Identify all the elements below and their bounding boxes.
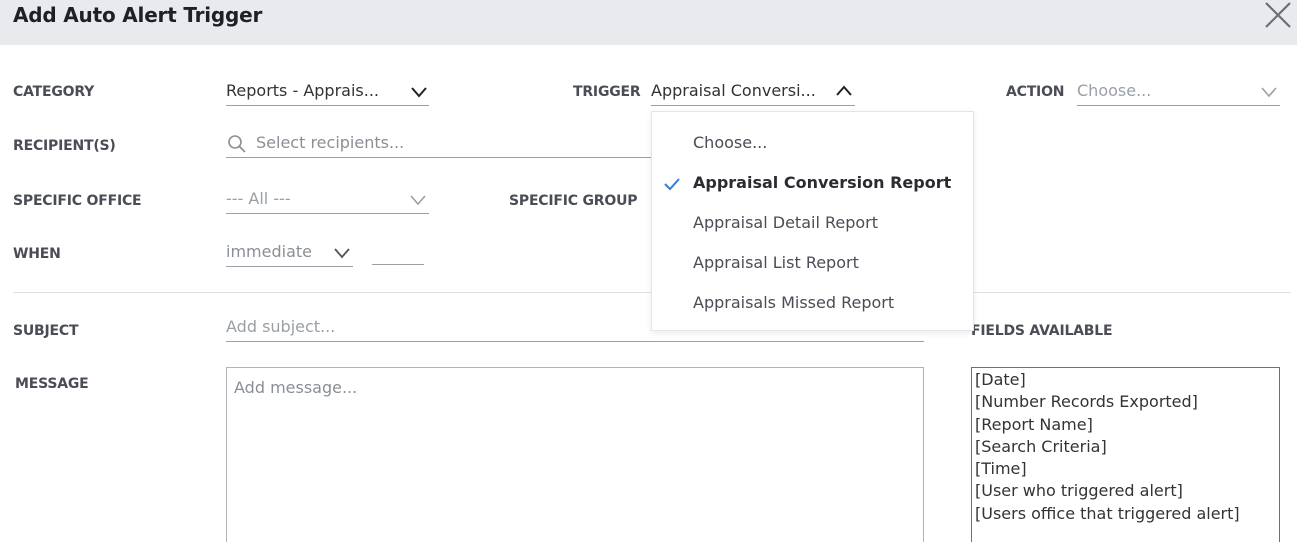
action-placeholder: Choose...	[1077, 81, 1152, 100]
field-item[interactable]: [Report Name]	[975, 414, 1276, 436]
trigger-option-appraisal-detail[interactable]: Appraisal Detail Report	[693, 213, 878, 232]
chevron-down-icon	[411, 87, 427, 98]
subject-placeholder: Add subject...	[226, 317, 336, 336]
message-textarea[interactable]: Add message...	[226, 367, 924, 542]
trigger-option-choose[interactable]: Choose...	[693, 133, 767, 152]
category-value: Reports - Apprais...	[226, 81, 379, 100]
chevron-up-icon	[836, 85, 852, 96]
message-placeholder: Add message...	[234, 378, 358, 397]
specific-office-value: --- All ---	[226, 189, 291, 208]
dialog-header: Add Auto Alert Trigger	[0, 0, 1297, 45]
recipients-placeholder: Select recipients...	[256, 133, 405, 152]
chevron-down-icon	[334, 248, 350, 259]
trigger-option-appraisals-missed[interactable]: Appraisals Missed Report	[693, 293, 894, 312]
field-item[interactable]: [Users office that triggered alert]	[975, 503, 1276, 525]
when-select[interactable]: immediate	[226, 240, 353, 267]
trigger-label: TRIGGER	[573, 84, 641, 100]
recipients-label: RECIPIENT(S)	[13, 138, 116, 154]
chevron-down-icon	[410, 195, 426, 206]
chevron-down-icon	[1261, 87, 1277, 98]
message-label: MESSAGE	[15, 376, 89, 392]
trigger-select[interactable]: Appraisal Conversi...	[651, 79, 855, 106]
search-icon	[228, 135, 246, 153]
category-select[interactable]: Reports - Apprais...	[226, 79, 429, 106]
field-item[interactable]: [Search Criteria]	[975, 436, 1276, 458]
fields-available-label: FIELDS AVAILABLE	[971, 323, 1113, 339]
field-item[interactable]: [User who triggered alert]	[975, 480, 1276, 502]
subject-label: SUBJECT	[13, 323, 79, 339]
trigger-value: Appraisal Conversi...	[651, 81, 816, 100]
when-value: immediate	[226, 242, 312, 261]
category-label: CATEGORY	[13, 84, 95, 100]
trigger-dropdown-menu: Choose... Appraisal Conversion Report Ap…	[651, 111, 974, 331]
specific-office-label: SPECIFIC OFFICE	[13, 193, 142, 209]
specific-office-select[interactable]: --- All ---	[226, 187, 429, 214]
close-icon[interactable]	[1262, 0, 1294, 30]
field-item[interactable]: [Date]	[975, 369, 1276, 391]
trigger-option-appraisal-conversion[interactable]: Appraisal Conversion Report	[693, 173, 951, 192]
dialog-title: Add Auto Alert Trigger	[13, 3, 263, 27]
field-item[interactable]: [Number Records Exported]	[975, 391, 1276, 413]
fields-available-list[interactable]: [Date] [Number Records Exported] [Report…	[971, 367, 1280, 542]
when-label: WHEN	[13, 246, 61, 262]
recipients-input[interactable]: Select recipients...	[226, 132, 651, 158]
check-icon	[664, 178, 680, 191]
action-select[interactable]: Choose...	[1077, 79, 1280, 106]
trigger-option-appraisal-list[interactable]: Appraisal List Report	[693, 253, 859, 272]
specific-group-label: SPECIFIC GROUP	[509, 193, 638, 209]
field-item[interactable]: [Time]	[975, 458, 1276, 480]
when-amount-input[interactable]	[372, 240, 424, 265]
action-label: ACTION	[1006, 84, 1065, 100]
